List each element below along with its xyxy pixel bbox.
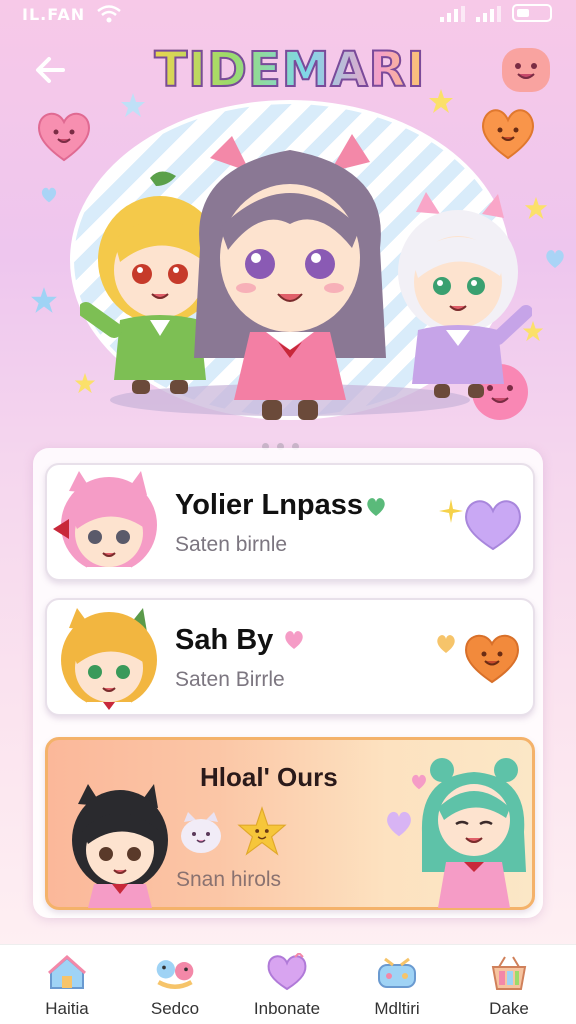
item-title: Hloal' Ours [200,762,338,792]
sparkle-icon [439,499,463,523]
signal-icon [476,6,501,22]
smiley-heart-icon[interactable] [461,630,523,686]
character-center-illustration [194,134,386,420]
star-face-icon [237,806,287,856]
item-subtitle: Saten birnle [175,533,288,556]
heart-chat-icon [265,953,309,993]
app-title: TIDEMARI [140,41,440,106]
nav-label: Dake [489,999,529,1018]
item-title: Sah By [175,624,274,656]
hero-banner [40,100,540,440]
game-icon [153,953,197,993]
nav-item-dake[interactable]: Dake [454,945,564,1024]
avatar [72,784,168,908]
nav-label: Inbonate [253,999,321,1018]
carrier-label: IL.FAN [22,5,86,24]
wifi-icon [97,5,121,23]
bottom-navigation: Haitia Sedco Inbonate Mdltiri Dake [0,944,576,1024]
nav-label: Mdltiri [374,999,420,1018]
list-item[interactable]: Sah By Saten Birrle [45,598,535,716]
avatar [61,608,157,714]
battery-icon [512,4,552,22]
heart-icon [437,635,455,653]
status-bar: IL.FAN [0,0,576,30]
heart-icon [285,631,303,649]
arrow-left-icon [36,57,65,83]
character-illustration [421,758,526,908]
item-subtitle: Saten Birrle [175,668,285,691]
nav-item-haitia[interactable]: Haitia [12,945,122,1024]
avatar [53,471,157,579]
home-icon [45,953,89,993]
signal-icon [440,6,465,22]
list-item[interactable]: Yolier Lnpass Saten birnle [45,463,535,581]
cat-face-icon [181,812,221,853]
nav-item-sedco[interactable]: Sedco [120,945,230,1024]
nav-label: Sedco [150,999,200,1018]
nav-item-inbonate[interactable]: Inbonate [232,945,342,1024]
gamepad-icon [375,953,419,993]
featured-list-item[interactable]: Hloal' Ours Snan hirols [45,737,535,910]
item-subtitle: Snan hirols [176,868,282,891]
nav-label: Haitia [45,999,89,1018]
heart-icon [387,811,411,837]
heart-icon[interactable] [461,495,525,553]
character-right-illustration [398,192,532,398]
heart-icon [367,498,385,516]
basket-icon [487,953,531,993]
back-button[interactable] [28,48,72,92]
item-title: Yolier Lnpass [175,489,364,521]
heart-icon [546,250,564,268]
smiley-face-icon [502,48,550,92]
nav-item-mdltiri[interactable]: Mdltiri [342,945,452,1024]
